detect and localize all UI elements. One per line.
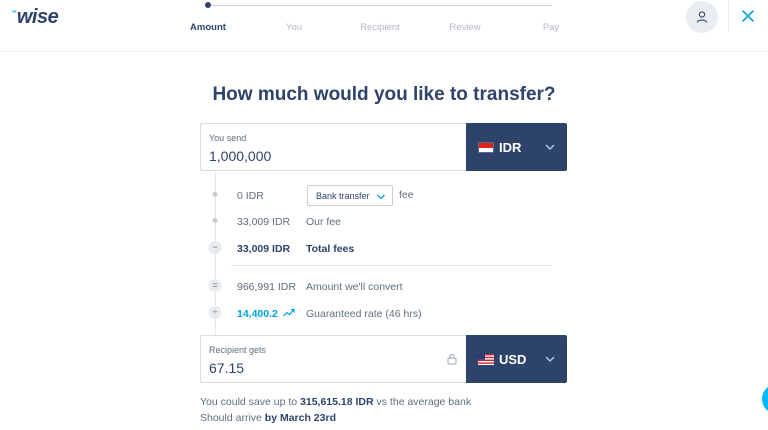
receive-currency-selector[interactable]: USD	[466, 335, 567, 383]
usa-flag-icon	[478, 354, 494, 365]
wise-logo[interactable]: ˇ wise	[12, 5, 59, 28]
arrival-prefix: Should arrive	[200, 412, 262, 424]
total-fees-amount: 33,009 IDR	[237, 243, 291, 255]
our-fee-amount: 33,009 IDR	[237, 216, 291, 228]
step-pay: Pay	[542, 22, 560, 33]
stepper-track	[208, 5, 552, 6]
wise-flag-icon: ˇ	[12, 7, 16, 23]
total-fees-row: − 33,009 IDR Total fees	[205, 239, 555, 259]
rate-value: 14,400.2	[237, 308, 278, 320]
payment-method-value: Bank transfer	[316, 191, 370, 201]
send-amount-field[interactable]: You send 1,000,000 IDR	[200, 123, 567, 171]
receive-currency-code: USD	[499, 352, 527, 367]
send-amount-input[interactable]: 1,000,000	[209, 148, 271, 164]
chevron-down-icon	[545, 356, 555, 363]
timeline-dot	[212, 192, 218, 197]
receive-amount-field[interactable]: Recipient gets 67.15 USD	[200, 335, 567, 383]
chevron-down-icon	[377, 194, 385, 200]
page-title: How much would you like to transfer?	[212, 84, 556, 105]
savings-prefix: You could save up to	[200, 396, 298, 408]
savings-amount: 315,615.18 IDR	[300, 396, 374, 408]
transfer-fee-amount: 0 IDR	[237, 190, 264, 202]
send-currency-code: IDR	[499, 140, 522, 155]
divide-icon: ÷	[208, 306, 222, 319]
equals-icon: =	[208, 279, 222, 292]
stepper-current-dot	[205, 2, 211, 8]
savings-text: You could save up to 315,615.18 IDR vs t…	[200, 396, 471, 408]
profile-button[interactable]	[686, 1, 718, 33]
payment-method-select[interactable]: Bank transfer	[307, 185, 393, 206]
breakdown-divider	[231, 265, 551, 266]
convert-amount-row: = 966,991 IDR Amount we'll convert	[205, 277, 555, 297]
savings-suffix: vs the average bank	[376, 396, 472, 408]
minus-icon: −	[208, 241, 222, 254]
logo-text: wise	[16, 5, 59, 28]
receive-amount-input[interactable]: 67.15	[209, 360, 244, 376]
close-button[interactable]	[736, 4, 760, 28]
lock-icon[interactable]	[447, 353, 457, 365]
trend-up-icon	[282, 308, 295, 317]
step-you: You	[285, 22, 303, 33]
indonesia-flag-icon	[478, 142, 494, 153]
convert-amount: 966,991 IDR	[237, 281, 296, 293]
top-header: ˇ wise Amount You Recipient Review Pay	[0, 0, 768, 52]
chevron-down-icon	[545, 144, 555, 151]
our-fee-label: Our fee	[306, 216, 342, 228]
step-review: Review	[449, 22, 481, 33]
rate-row: ÷ 14,400.2 Guaranteed rate (46 hrs)	[205, 304, 555, 324]
fee-word: fee	[399, 189, 414, 201]
send-currency-selector[interactable]: IDR	[466, 123, 567, 171]
arrival-text: Should arrive by March 23rd	[200, 412, 336, 424]
header-divider	[728, 0, 729, 32]
step-recipient: Recipient	[360, 22, 400, 33]
timeline-dot	[212, 218, 218, 223]
receive-label: Recipient gets	[209, 345, 267, 355]
close-icon	[742, 10, 754, 22]
step-amount: Amount	[190, 22, 226, 33]
progress-stepper: Amount You Recipient Review Pay	[170, 0, 570, 52]
convert-label: Amount we'll convert	[306, 281, 403, 293]
send-label: You send	[209, 133, 247, 143]
chat-button[interactable]	[762, 384, 768, 414]
our-fee-row: 33,009 IDR Our fee	[205, 212, 555, 232]
rate-label: Guaranteed rate (46 hrs)	[306, 308, 422, 320]
arrival-date: by March 23rd	[264, 412, 336, 424]
user-icon	[696, 11, 708, 23]
rate-amount[interactable]: 14,400.2	[237, 308, 295, 320]
total-fees-label: Total fees	[306, 243, 355, 255]
